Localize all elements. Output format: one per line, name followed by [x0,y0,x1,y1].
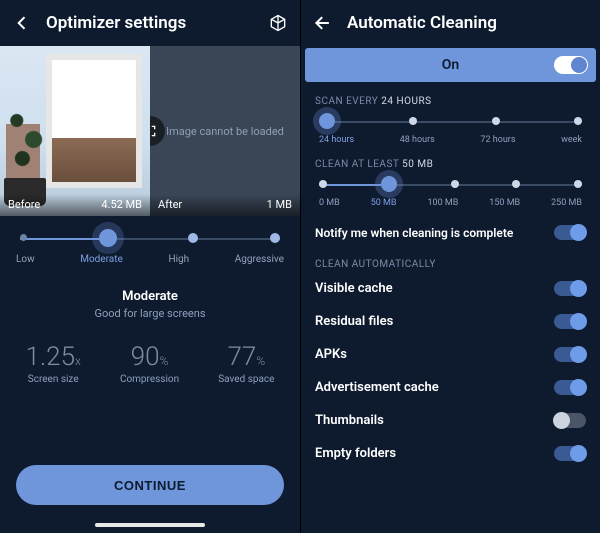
stat-compression: 90% Compression [120,342,179,385]
master-toggle-bar[interactable]: On [305,48,596,82]
slider-stop[interactable] [319,180,327,188]
stat-screen-size: 1.25x Screen size [26,342,81,385]
cube-icon[interactable] [268,13,288,33]
toggle[interactable] [554,380,586,395]
auto-item-ad-cache[interactable]: Advertisement cache [301,371,600,404]
continue-button[interactable]: CONTINUE [16,465,284,505]
toggle[interactable] [554,413,586,428]
header: Automatic Cleaning [301,0,600,46]
toggle[interactable] [554,347,586,362]
quality-subtitle: Good for large screens [0,307,300,320]
stat-saved-space: 77% Saved space [218,342,274,385]
slider-thumb[interactable] [99,229,117,247]
after-placeholder-msg: Image cannot be loaded [166,125,284,138]
master-toggle-switch[interactable] [554,56,588,74]
after-size: 1 MB [267,198,292,211]
expand-icon[interactable] [150,116,165,146]
page-title: Optimizer settings [46,13,254,33]
auto-item-residual-files[interactable]: Residual files [301,305,600,338]
slider-stop[interactable] [574,180,582,188]
auto-item-empty-folders[interactable]: Empty folders [301,437,600,470]
clean-at-least-label: CLEAN AT LEAST 50 MB [301,145,600,170]
quality-slider[interactable]: Low Moderate High Aggressive [0,216,300,265]
optimizer-settings-screen: Optimizer settings Before 4.52 MB Image … [0,0,300,533]
clean-threshold-slider[interactable]: 0 MB 50 MB 100 MB 150 MB 250 MB [301,170,600,208]
slider-stop[interactable] [512,180,520,188]
slider-stop[interactable] [451,180,459,188]
before-image: Before 4.52 MB [0,46,150,216]
before-size: 4.52 MB [101,198,142,211]
scan-every-label: SCAN EVERY 24 HOURS [301,82,600,107]
toggle[interactable] [554,314,586,329]
slider-thumb[interactable] [381,176,397,192]
slider-thumb[interactable] [319,113,335,129]
notify-toggle[interactable] [554,225,586,240]
page-title: Automatic Cleaning [347,13,588,33]
quality-name: Moderate [0,289,300,304]
slider-stop[interactable] [188,233,198,243]
after-label: After [158,198,182,211]
slider-stop[interactable] [574,117,582,125]
before-label: Before [8,198,40,211]
automatic-cleaning-screen: Automatic Cleaning On SCAN EVERY 24 HOUR… [300,0,600,533]
nav-home-indicator [95,523,205,527]
back-icon[interactable] [12,13,32,33]
stats-row: 1.25x Screen size 90% Compression 77% Sa… [0,342,300,385]
slider-label: Moderate [80,254,123,265]
after-image: Image cannot be loaded After 1 MB [150,46,300,216]
slider-label: High [168,254,189,265]
back-icon[interactable] [313,13,333,33]
quality-description: Moderate Good for large screens [0,289,300,320]
slider-stop[interactable] [492,117,500,125]
toggle[interactable] [554,446,586,461]
toggle[interactable] [554,281,586,296]
clean-auto-section-label: CLEAN AUTOMATICALLY [301,249,600,272]
master-toggle-label: On [442,57,459,73]
slider-stop[interactable] [409,117,417,125]
slider-stop[interactable] [20,234,27,241]
scan-interval-slider[interactable]: 24 hours 48 hours 72 hours week [301,107,600,145]
auto-item-visible-cache[interactable]: Visible cache [301,272,600,305]
before-after-compare: Before 4.52 MB Image cannot be loaded Af… [0,46,300,216]
slider-label: Low [16,254,35,265]
auto-item-apks[interactable]: APKs [301,338,600,371]
notify-row[interactable]: Notify me when cleaning is complete [301,216,600,249]
auto-item-thumbnails[interactable]: Thumbnails [301,404,600,437]
header: Optimizer settings [0,0,300,46]
notify-label: Notify me when cleaning is complete [315,226,513,240]
slider-label: Aggressive [235,254,284,265]
slider-stop[interactable] [270,233,280,243]
